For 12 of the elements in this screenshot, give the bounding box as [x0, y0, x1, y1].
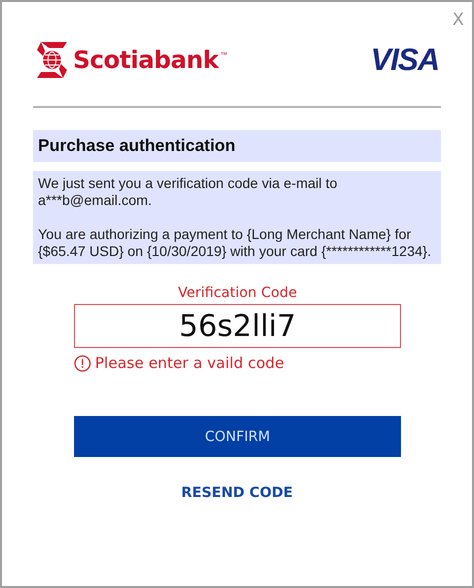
confirm-button[interactable]: CONFIRM — [74, 416, 401, 457]
error-icon — [74, 354, 91, 372]
message-text: You are authorizing a payment to {Long Merchant Name} for {$65.47 USD} on {10/30/2019} with your card {************1234}. — [38, 226, 432, 260]
message-text: We just sent you a verification code via e-mail to a***b@email.com. — [38, 175, 338, 209]
field-label: Verification Code — [178, 285, 297, 301]
bank-name: Scotiabank — [73, 46, 218, 74]
card-brand: VISA — [370, 42, 439, 78]
logo-icon — [37, 42, 67, 78]
resend-link[interactable]: RESEND CODE — [177, 483, 297, 503]
error-message: Please enter a vaild code — [95, 354, 284, 372]
page-title: Purchase authentication — [33, 130, 441, 162]
code-field[interactable]: 56s2lli7 — [74, 304, 401, 348]
